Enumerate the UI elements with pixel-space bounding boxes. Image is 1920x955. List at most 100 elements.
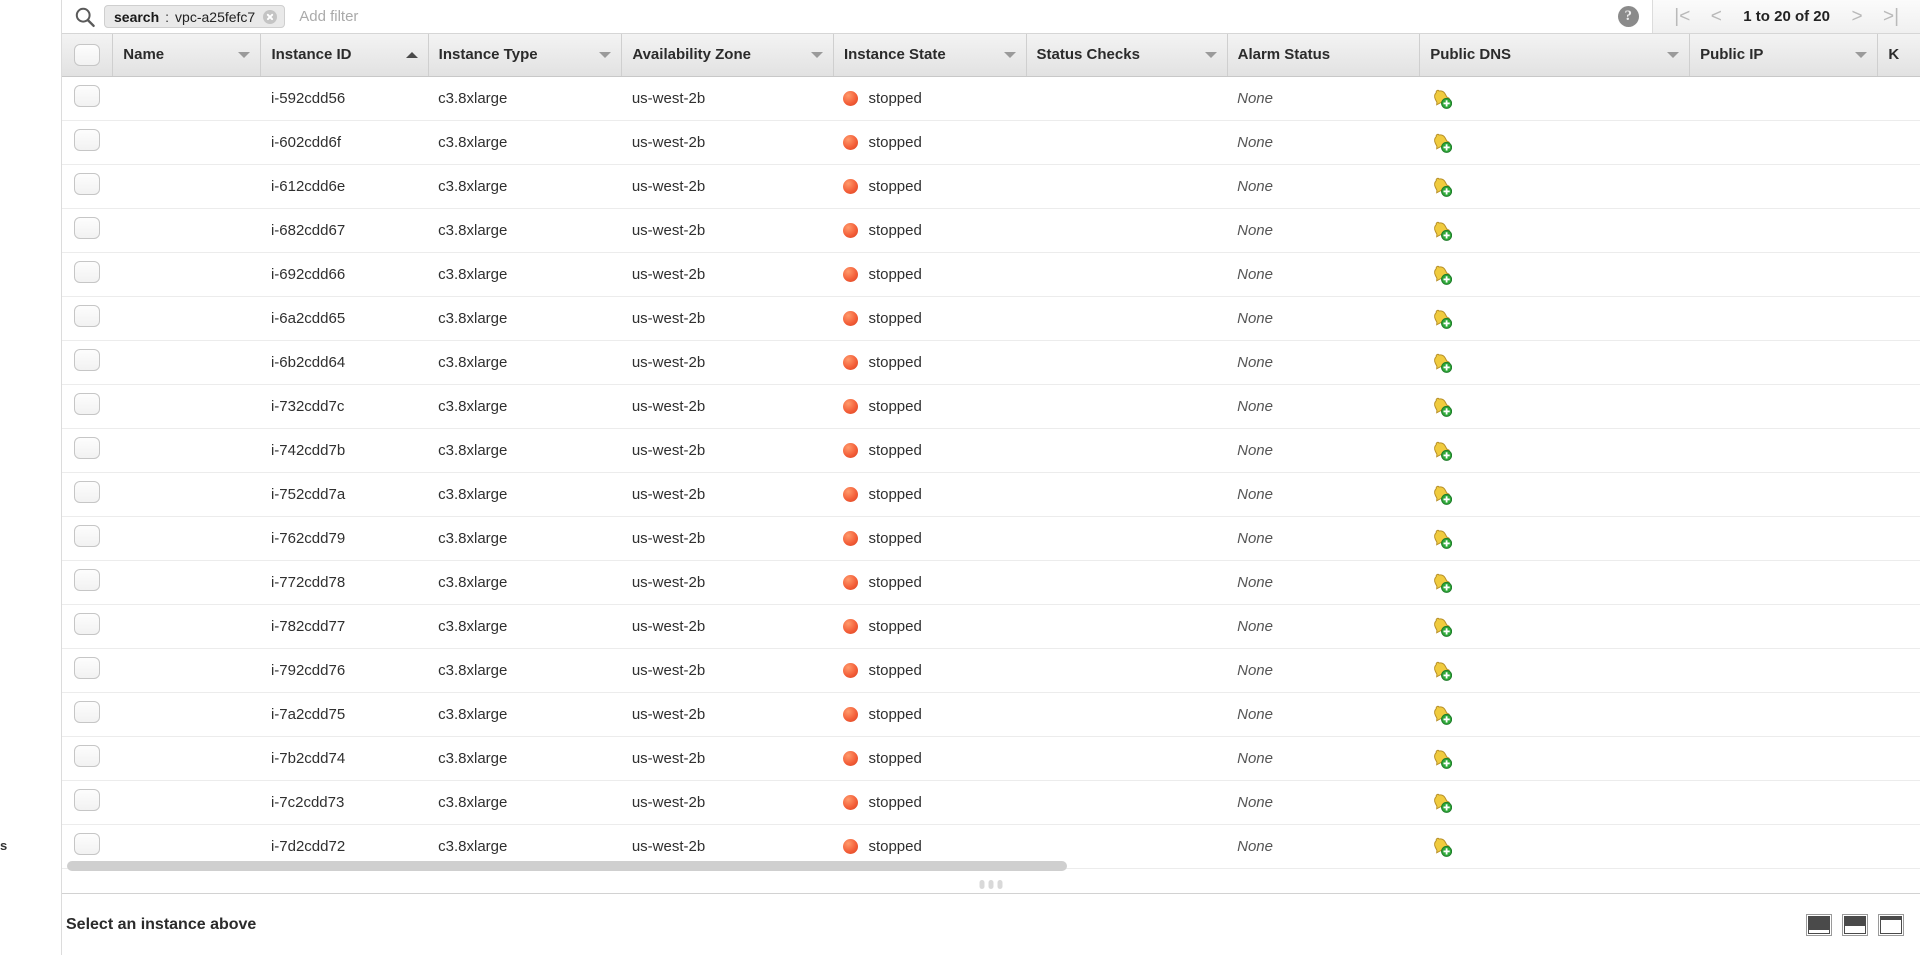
panel-resize-grip[interactable] [980, 880, 1003, 889]
row-checkbox[interactable] [74, 657, 100, 679]
horizontal-scrollbar-thumb[interactable] [67, 861, 1067, 871]
last-page-button[interactable]: >| [1874, 0, 1908, 33]
row-select-cell[interactable] [62, 472, 113, 516]
create-alarm-bell-icon[interactable] [1430, 483, 1680, 505]
row-checkbox[interactable] [74, 261, 100, 283]
column-header-name[interactable]: Name [113, 34, 261, 76]
row-checkbox[interactable] [74, 613, 100, 635]
row-checkbox[interactable] [74, 85, 100, 107]
row-select-cell[interactable] [62, 516, 113, 560]
table-row[interactable]: i-682cdd67c3.8xlargeus-west-2bstoppedNon… [62, 208, 1920, 252]
create-alarm-bell-icon[interactable] [1430, 439, 1680, 461]
create-alarm-bell-icon[interactable] [1430, 703, 1680, 725]
select-all-checkbox[interactable] [74, 44, 100, 66]
search-area[interactable]: search : vpc-a25fefc7 Add filter [62, 0, 1604, 33]
table-row[interactable]: i-6b2cdd64c3.8xlargeus-west-2bstoppedNon… [62, 340, 1920, 384]
column-header-instance_state[interactable]: Instance State [833, 34, 1026, 76]
chevron-down-icon[interactable] [811, 52, 823, 58]
row-select-cell[interactable] [62, 340, 113, 384]
chevron-down-icon[interactable] [599, 52, 611, 58]
chevron-down-icon[interactable] [1205, 52, 1217, 58]
table-row[interactable]: i-752cdd7ac3.8xlargeus-west-2bstoppedNon… [62, 472, 1920, 516]
row-select-cell[interactable] [62, 252, 113, 296]
column-header-public_dns[interactable]: Public DNS [1420, 34, 1690, 76]
row-checkbox[interactable] [74, 217, 100, 239]
row-select-cell[interactable] [62, 208, 113, 252]
add-filter-placeholder[interactable]: Add filter [299, 8, 358, 25]
row-checkbox[interactable] [74, 833, 100, 855]
table-row[interactable]: i-6a2cdd65c3.8xlargeus-west-2bstoppedNon… [62, 296, 1920, 340]
row-checkbox[interactable] [74, 173, 100, 195]
row-select-cell[interactable] [62, 296, 113, 340]
sort-ascending-icon[interactable] [406, 52, 418, 58]
prev-page-button[interactable]: < [1699, 0, 1733, 33]
filter-token-search-vpc[interactable]: search : vpc-a25fefc7 [104, 5, 285, 28]
column-header-key_name[interactable]: K [1878, 34, 1920, 76]
chevron-down-icon[interactable] [1855, 52, 1867, 58]
create-alarm-bell-icon[interactable] [1430, 659, 1680, 681]
layout-split-even-icon[interactable] [1842, 914, 1868, 936]
create-alarm-bell-icon[interactable] [1430, 87, 1680, 109]
row-checkbox[interactable] [74, 437, 100, 459]
create-alarm-bell-icon[interactable] [1430, 351, 1680, 373]
column-header-status_checks[interactable]: Status Checks [1026, 34, 1227, 76]
table-row[interactable]: i-612cdd6ec3.8xlargeus-west-2bstoppedNon… [62, 164, 1920, 208]
create-alarm-bell-icon[interactable] [1430, 307, 1680, 329]
first-page-button[interactable]: |< [1665, 0, 1699, 33]
row-checkbox[interactable] [74, 745, 100, 767]
chevron-down-icon[interactable] [1004, 52, 1016, 58]
table-row[interactable]: i-7a2cdd75c3.8xlargeus-west-2bstoppedNon… [62, 692, 1920, 736]
chevron-down-icon[interactable] [238, 52, 250, 58]
column-header-alarm_status[interactable]: Alarm Status [1227, 34, 1420, 76]
table-row[interactable]: i-692cdd66c3.8xlargeus-west-2bstoppedNon… [62, 252, 1920, 296]
table-row[interactable]: i-742cdd7bc3.8xlargeus-west-2bstoppedNon… [62, 428, 1920, 472]
row-select-cell[interactable] [62, 384, 113, 428]
column-header-instance_id[interactable]: Instance ID [261, 34, 428, 76]
table-row[interactable]: i-792cdd76c3.8xlargeus-west-2bstoppedNon… [62, 648, 1920, 692]
table-row[interactable]: i-602cdd6fc3.8xlargeus-west-2bstoppedNon… [62, 120, 1920, 164]
column-header-availability_zone[interactable]: Availability Zone [622, 34, 834, 76]
create-alarm-bell-icon[interactable] [1430, 395, 1680, 417]
next-page-button[interactable]: > [1840, 0, 1874, 33]
create-alarm-bell-icon[interactable] [1430, 263, 1680, 285]
clear-token-icon[interactable] [263, 10, 277, 24]
table-row[interactable]: i-772cdd78c3.8xlargeus-west-2bstoppedNon… [62, 560, 1920, 604]
row-select-cell[interactable] [62, 560, 113, 604]
create-alarm-bell-icon[interactable] [1430, 219, 1680, 241]
table-row[interactable]: i-7c2cdd73c3.8xlargeus-west-2bstoppedNon… [62, 780, 1920, 824]
table-row[interactable]: i-7b2cdd74c3.8xlargeus-west-2bstoppedNon… [62, 736, 1920, 780]
column-header-instance_type[interactable]: Instance Type [428, 34, 622, 76]
row-checkbox[interactable] [74, 305, 100, 327]
row-select-cell[interactable] [62, 648, 113, 692]
column-header-public_ip[interactable]: Public IP [1690, 34, 1878, 76]
row-select-cell[interactable] [62, 736, 113, 780]
row-checkbox[interactable] [74, 481, 100, 503]
create-alarm-bell-icon[interactable] [1430, 527, 1680, 549]
create-alarm-bell-icon[interactable] [1430, 175, 1680, 197]
table-row[interactable]: i-732cdd7cc3.8xlargeus-west-2bstoppedNon… [62, 384, 1920, 428]
layout-bottom-large-icon[interactable] [1878, 914, 1904, 936]
layout-bottom-small-icon[interactable] [1806, 914, 1832, 936]
create-alarm-bell-icon[interactable] [1430, 131, 1680, 153]
create-alarm-bell-icon[interactable] [1430, 791, 1680, 813]
row-select-cell[interactable] [62, 428, 113, 472]
row-select-cell[interactable] [62, 604, 113, 648]
table-row[interactable]: i-762cdd79c3.8xlargeus-west-2bstoppedNon… [62, 516, 1920, 560]
horizontal-scrollbar[interactable] [67, 861, 1067, 871]
instances-table-container[interactable]: NameInstance IDInstance TypeAvailability… [62, 33, 1920, 893]
select-all-header[interactable] [62, 34, 113, 76]
create-alarm-bell-icon[interactable] [1430, 615, 1680, 637]
chevron-down-icon[interactable] [1667, 52, 1679, 58]
row-checkbox[interactable] [74, 393, 100, 415]
row-select-cell[interactable] [62, 780, 113, 824]
row-checkbox[interactable] [74, 349, 100, 371]
row-checkbox[interactable] [74, 525, 100, 547]
row-checkbox[interactable] [74, 569, 100, 591]
create-alarm-bell-icon[interactable] [1430, 747, 1680, 769]
row-checkbox[interactable] [74, 701, 100, 723]
row-select-cell[interactable] [62, 76, 113, 120]
create-alarm-bell-icon[interactable] [1430, 835, 1680, 857]
row-checkbox[interactable] [74, 789, 100, 811]
row-select-cell[interactable] [62, 120, 113, 164]
help-button[interactable]: ? [1604, 0, 1652, 33]
